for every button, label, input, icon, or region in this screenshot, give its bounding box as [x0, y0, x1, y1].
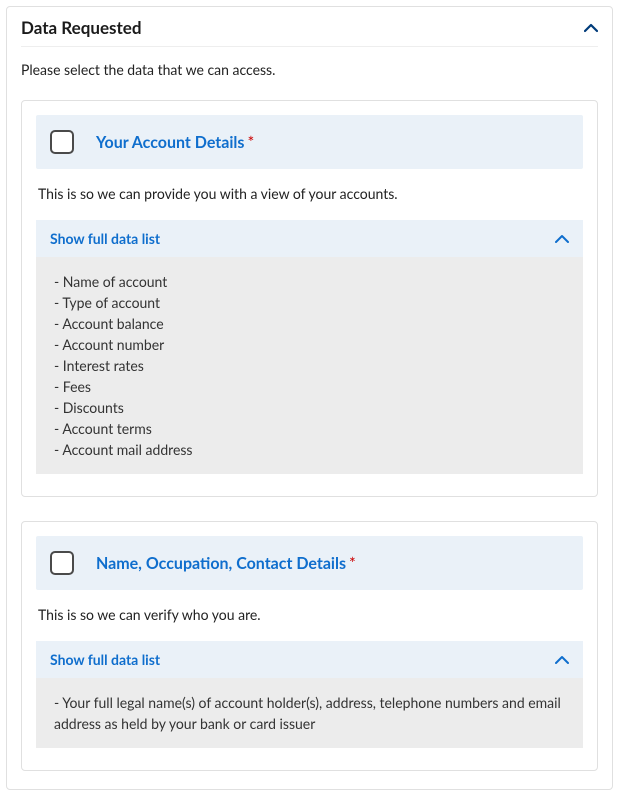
- cluster-description: This is so we can provide you with a vie…: [38, 185, 581, 202]
- chevron-up-icon: [555, 655, 569, 665]
- instruction-text: Please select the data that we can acces…: [21, 61, 598, 78]
- required-star: *: [247, 133, 254, 152]
- toggle-label: Show full data list: [50, 651, 160, 668]
- panel-header: Data Requested: [21, 17, 598, 47]
- toggle-label: Show full data list: [50, 230, 160, 247]
- cluster-card-account-details: Your Account Details* This is so we can …: [21, 100, 598, 497]
- list-item: Name of account: [54, 271, 565, 292]
- cluster-description: This is so we can verify who you are.: [38, 606, 581, 623]
- cluster-label: Your Account Details*: [96, 133, 254, 152]
- cluster-card-name-occupation: Name, Occupation, Contact Details* This …: [21, 521, 598, 771]
- cluster-checkbox[interactable]: [50, 130, 74, 154]
- panel-title: Data Requested: [21, 17, 142, 38]
- data-list: Your full legal name(s) of account holde…: [36, 678, 583, 748]
- list-item: Account terms: [54, 418, 565, 439]
- required-star: *: [349, 554, 356, 573]
- cluster-label-text: Your Account Details: [96, 133, 244, 152]
- list-item: Interest rates: [54, 355, 565, 376]
- list-item: Your full legal name(s) of account holde…: [54, 692, 565, 734]
- data-list: Name of account Type of account Account …: [36, 257, 583, 474]
- cluster-label: Name, Occupation, Contact Details*: [96, 554, 356, 573]
- show-full-data-list-toggle[interactable]: Show full data list: [36, 220, 583, 257]
- data-requested-panel: Data Requested Please select the data th…: [6, 6, 613, 790]
- list-item: Type of account: [54, 292, 565, 313]
- list-item: Discounts: [54, 397, 565, 418]
- list-item: Fees: [54, 376, 565, 397]
- cluster-label-text: Name, Occupation, Contact Details: [96, 554, 346, 573]
- cluster-header-row: Name, Occupation, Contact Details*: [36, 536, 583, 590]
- list-item: Account mail address: [54, 439, 565, 460]
- show-full-data-list-toggle[interactable]: Show full data list: [36, 641, 583, 678]
- cluster-checkbox[interactable]: [50, 551, 74, 575]
- list-item: Account number: [54, 334, 565, 355]
- cluster-header-row: Your Account Details*: [36, 115, 583, 169]
- chevron-up-icon[interactable]: [584, 23, 598, 33]
- chevron-up-icon: [555, 234, 569, 244]
- list-item: Account balance: [54, 313, 565, 334]
